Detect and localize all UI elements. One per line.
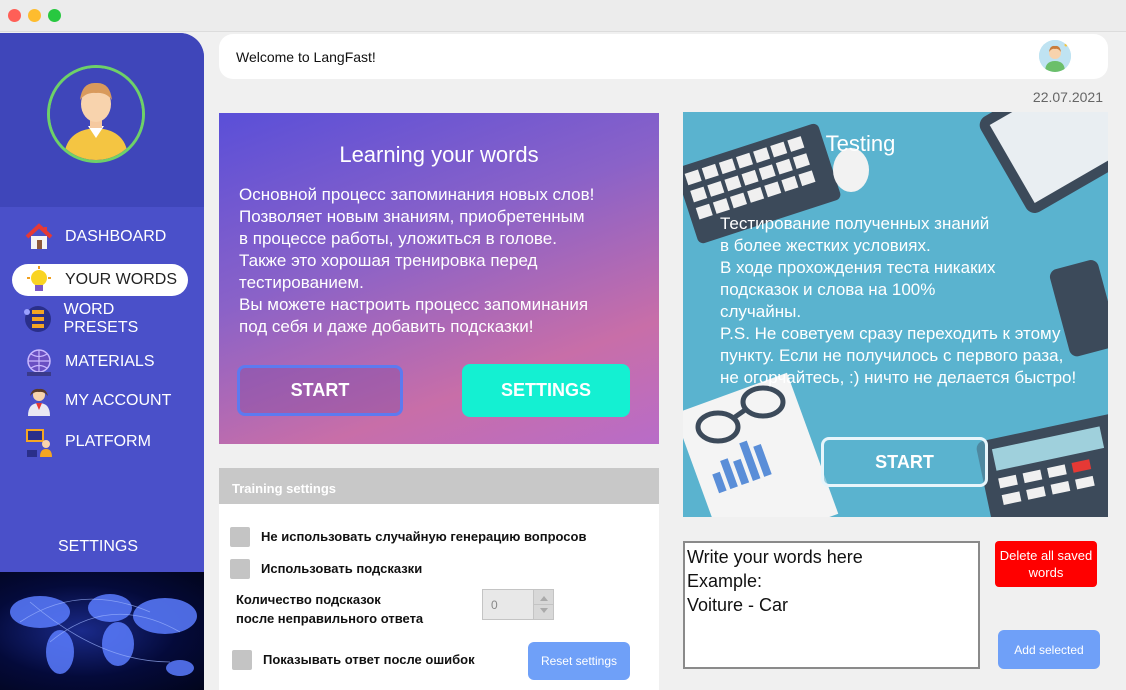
- learning-settings-button[interactable]: SETTINGS: [462, 364, 630, 417]
- learning-card-description: Основной процесс запоминания новых слов!…: [239, 185, 595, 336]
- sidebar-item-label: PLATFORM: [65, 433, 151, 450]
- sidebar: DASHBOARD YOUR WORDS WORD PRESETS MATERI…: [0, 33, 204, 690]
- sidebar-profile-area: [0, 33, 204, 207]
- sidebar-item-label: MY ACCOUNT: [65, 392, 172, 409]
- sidebar-item-label: DASHBOARD: [65, 228, 167, 245]
- window-titlebar: [0, 0, 1126, 32]
- sidebar-item-your-words[interactable]: YOUR WORDS: [12, 264, 188, 296]
- add-selected-button[interactable]: Add selected: [998, 630, 1100, 669]
- sidebar-settings-link[interactable]: SETTINGS: [0, 538, 196, 556]
- stepper-arrows-icon[interactable]: [533, 590, 554, 619]
- sidebar-item-materials[interactable]: MATERIALS: [12, 346, 188, 378]
- sidebar-item-dashboard[interactable]: DASHBOARD: [12, 221, 188, 253]
- presets-icon: [22, 304, 55, 334]
- hint-count-label-2: после неправильного ответа: [236, 611, 424, 626]
- current-date: 22.07.2021: [1032, 89, 1103, 105]
- profile-avatar-icon[interactable]: [1039, 40, 1071, 72]
- sidebar-item-label: WORD PRESETS: [63, 301, 139, 336]
- words-textarea[interactable]: Write your words here Example: Voiture -…: [683, 541, 980, 669]
- learning-card: Learning your words Основной процесс зап…: [219, 113, 659, 444]
- hint-count-value: 0: [491, 598, 498, 612]
- reset-settings-button[interactable]: Reset settings: [528, 642, 630, 680]
- sidebar-item-label: YOUR WORDS: [65, 271, 177, 288]
- testing-card: Testing Тестирование полученных знаний в…: [683, 112, 1108, 517]
- minimize-icon[interactable]: [28, 9, 41, 22]
- testing-card-description: Тестирование полученных знаний в более ж…: [720, 214, 1077, 387]
- testing-card-title: Testing: [825, 131, 896, 156]
- close-icon[interactable]: [8, 9, 21, 22]
- lightbulb-icon: [22, 265, 56, 295]
- show-answer-label: Показывать ответ после ошибок: [263, 652, 475, 667]
- delete-all-words-button[interactable]: Delete all saved words: [995, 541, 1097, 587]
- welcome-text: Welcome to LangFast!: [236, 49, 376, 65]
- training-settings-header: Training settings: [219, 468, 659, 504]
- user-avatar-icon[interactable]: [47, 65, 145, 163]
- no-random-label: Не использовать случайную генерацию вопр…: [261, 529, 587, 544]
- testing-start-button[interactable]: START: [821, 437, 988, 487]
- use-hints-label: Использовать подсказки: [261, 561, 423, 576]
- sidebar-item-platform[interactable]: PLATFORM: [12, 426, 188, 458]
- header-bar: Welcome to LangFast!: [219, 34, 1108, 79]
- hint-count-stepper[interactable]: 0: [482, 589, 554, 620]
- use-hints-checkbox[interactable]: [230, 559, 250, 579]
- learning-start-button[interactable]: START: [237, 365, 403, 416]
- home-icon: [22, 222, 56, 252]
- account-icon: [22, 386, 56, 416]
- sidebar-item-word-presets[interactable]: WORD PRESETS: [12, 301, 188, 336]
- show-answer-checkbox[interactable]: [232, 650, 252, 670]
- globe-book-icon: [22, 347, 56, 377]
- training-settings-panel: Training settings Не использовать случай…: [219, 468, 659, 690]
- world-map-image: [0, 572, 204, 690]
- sidebar-item-my-account[interactable]: MY ACCOUNT: [12, 385, 188, 417]
- platform-icon: [22, 427, 56, 457]
- learning-card-title: Learning your words: [339, 142, 539, 167]
- sidebar-item-label: MATERIALS: [65, 353, 155, 370]
- hint-count-label: Количество подсказок: [236, 592, 381, 607]
- no-random-checkbox[interactable]: [230, 527, 250, 547]
- zoom-icon[interactable]: [48, 9, 61, 22]
